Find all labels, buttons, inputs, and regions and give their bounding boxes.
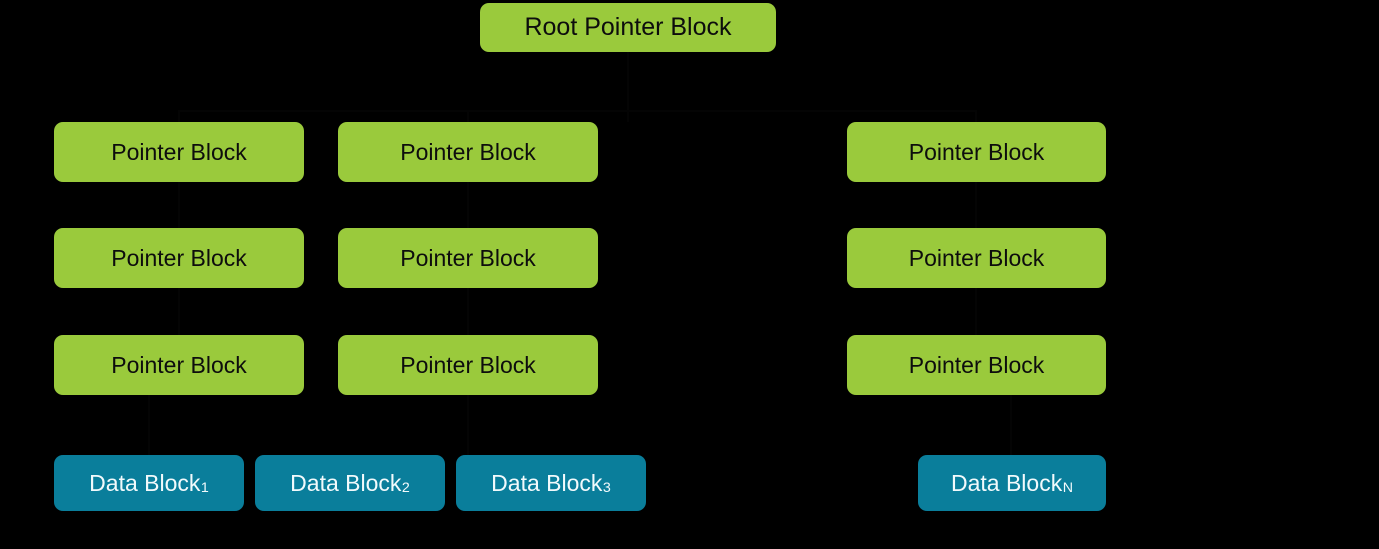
root-pointer-block[interactable]: Root Pointer Block [480, 3, 776, 52]
connector-col1-r2-r3 [178, 288, 180, 335]
block-pointer-tree-diagram: Root Pointer Block Pointer Block Pointer… [0, 0, 1379, 549]
data-block-subscript: N [1062, 480, 1073, 497]
pointer-block-r3-c3[interactable]: Pointer Block [847, 335, 1106, 395]
pointer-block-label: Pointer Block [400, 138, 536, 165]
pointer-block-r2-c3[interactable]: Pointer Block [847, 228, 1106, 288]
pointer-block-label: Pointer Block [111, 351, 247, 378]
connector-branch-col3 [975, 110, 977, 122]
connector-root-horizontal [178, 110, 976, 112]
pointer-block-r2-c2[interactable]: Pointer Block [338, 228, 598, 288]
pointer-block-label: Pointer Block [908, 138, 1045, 165]
pointer-block-r1-c2[interactable]: Pointer Block [338, 122, 598, 182]
connector-branch-col2 [467, 110, 469, 122]
pointer-block-label: Pointer Block [400, 351, 536, 378]
connector-col1-r3-data [148, 395, 150, 455]
connector-branch-col1 [178, 110, 180, 122]
data-block-1[interactable]: Data Block 1 [54, 455, 244, 511]
data-block-3[interactable]: Data Block 3 [456, 455, 646, 511]
data-block-subscript: 1 [200, 480, 209, 497]
connector-col3-r2-r3 [975, 288, 977, 335]
connector-col3-r3-data [1010, 395, 1012, 455]
pointer-block-r2-c1[interactable]: Pointer Block [54, 228, 304, 288]
pointer-block-r1-c1[interactable]: Pointer Block [54, 122, 304, 182]
pointer-block-label: Pointer Block [400, 244, 536, 271]
connector-col2-r2-r3 [467, 288, 469, 335]
pointer-block-label: Pointer Block [908, 351, 1045, 378]
data-block-2[interactable]: Data Block 2 [255, 455, 445, 511]
data-block-label: Data Block [950, 469, 1063, 496]
connector-col2-r3-data [467, 395, 469, 455]
connector-col1-r1-r2 [178, 182, 180, 228]
data-block-subscript: 3 [602, 480, 611, 497]
pointer-block-r1-c3[interactable]: Pointer Block [847, 122, 1106, 182]
connector-col2-r1-r2 [467, 182, 469, 228]
pointer-block-label: Pointer Block [111, 244, 247, 271]
pointer-block-label: Pointer Block [908, 244, 1045, 271]
data-block-n[interactable]: Data Block N [918, 455, 1106, 511]
data-block-subscript: 2 [401, 480, 410, 497]
data-block-label: Data Block [491, 469, 603, 496]
pointer-block-r3-c2[interactable]: Pointer Block [338, 335, 598, 395]
data-block-label: Data Block [89, 469, 201, 496]
connector-col3-r1-r2 [975, 182, 977, 228]
root-pointer-block-label: Root Pointer Block [524, 13, 732, 41]
data-block-label: Data Block [290, 469, 402, 496]
pointer-block-label: Pointer Block [111, 138, 247, 165]
pointer-block-r3-c1[interactable]: Pointer Block [54, 335, 304, 395]
